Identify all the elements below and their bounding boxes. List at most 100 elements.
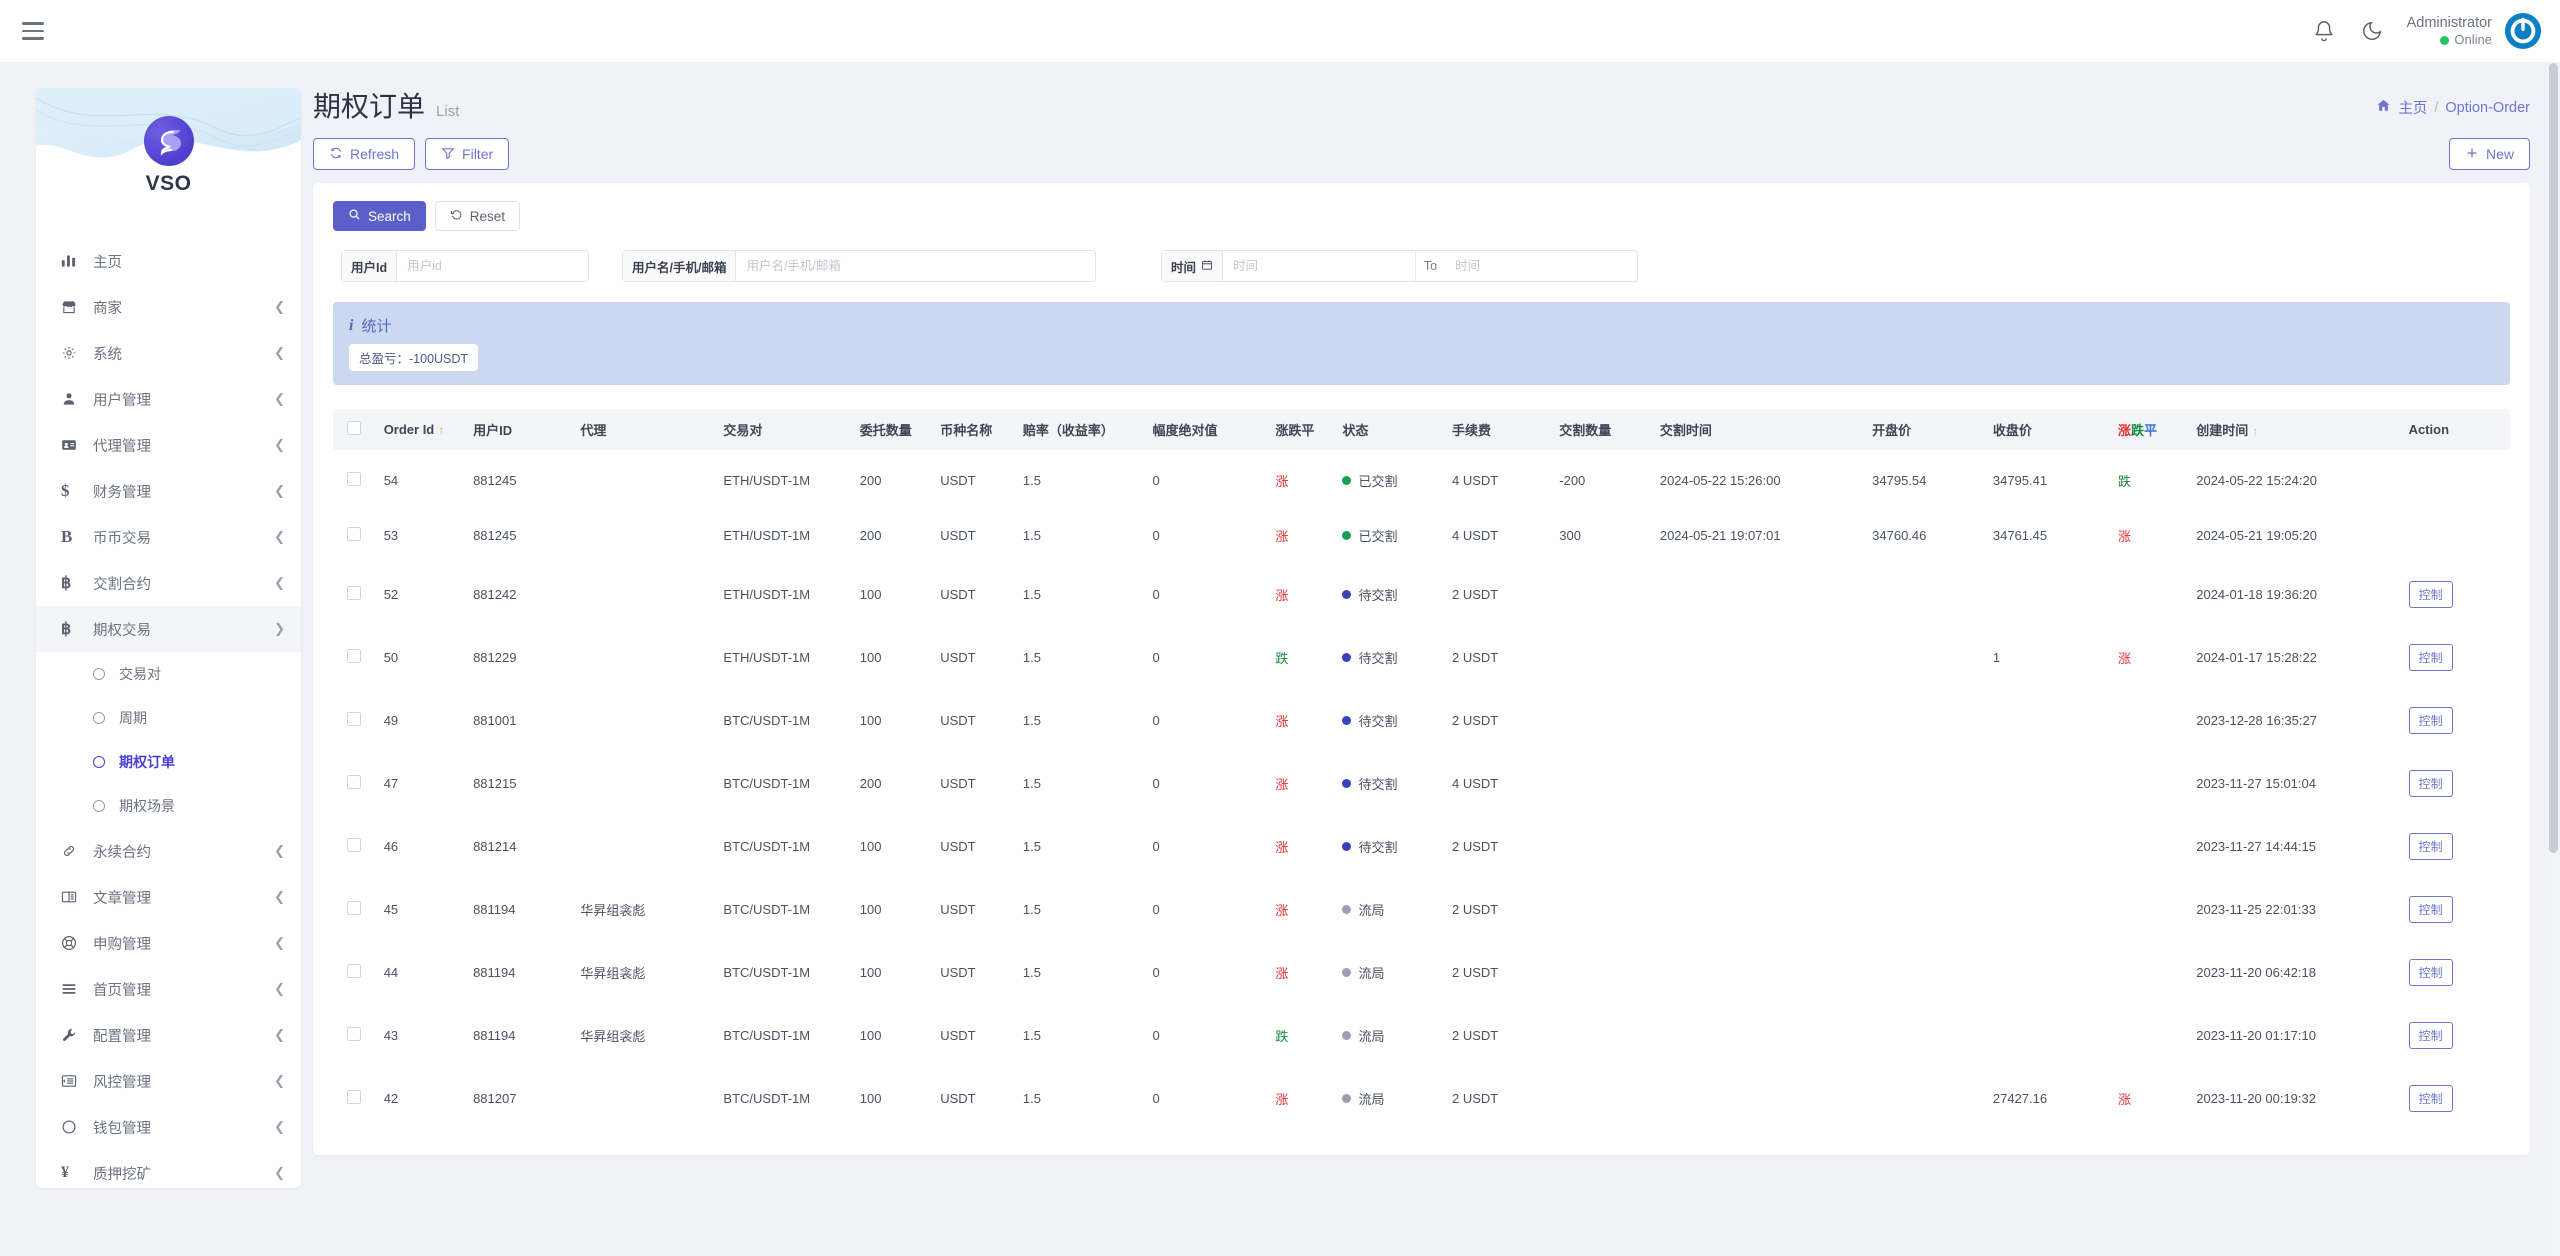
control-button[interactable]: 控制	[2408, 1022, 2453, 1049]
row-checkbox[interactable]	[347, 712, 361, 726]
sidebar-item-user-management[interactable]: 用户管理 ❮	[36, 376, 301, 422]
moon-icon[interactable]	[2359, 18, 2385, 44]
user-menu[interactable]: Administrator Online	[2407, 12, 2542, 50]
hamburger-icon[interactable]	[18, 14, 52, 48]
select-all-checkbox[interactable]	[347, 421, 361, 435]
search-actions: Search Reset	[333, 201, 2510, 231]
cell-user-id: 881194	[467, 881, 574, 938]
cell-create-time-text: 2024-05-22 15:24:20	[2196, 473, 2317, 488]
cell-coin-text: USDT	[940, 1028, 976, 1043]
sidebar-item-finance-management[interactable]: $ 财务管理 ❮	[36, 468, 301, 514]
table-row[interactable]: 42 881207 BTC/USDT-1M 100 USDT 1.5 0 涨 流局 2 USDT 2…	[333, 1070, 2510, 1127]
table-row[interactable]: 46 881214 BTC/USDT-1M 100 USDT 1.5 0 涨 待交割 2 USDT…	[333, 818, 2510, 875]
cell-amount: 100	[854, 692, 934, 749]
sidebar-subitem-trading-pair[interactable]: 交易对	[36, 652, 301, 696]
control-button[interactable]: 控制	[2408, 833, 2453, 860]
link-icon	[61, 843, 87, 859]
control-button[interactable]: 控制	[2408, 896, 2453, 923]
row-checkbox[interactable]	[347, 964, 361, 978]
th-create-time[interactable]: 创建时间 ↑	[2190, 409, 2403, 450]
sidebar-item-option-trading[interactable]: ฿ 期权交易 ❯	[36, 606, 301, 652]
control-button[interactable]: 控制	[2408, 959, 2453, 986]
cell-coin-text: USDT	[940, 528, 976, 543]
scrollbar-thumb[interactable]	[2549, 63, 2558, 853]
cell-agent	[574, 755, 717, 812]
row-checkbox[interactable]	[347, 1090, 361, 1104]
sidebar-item-article-management[interactable]: 文章管理 ❮	[36, 874, 301, 920]
table-row[interactable]: 45 881194 华昇组衾彪 BTC/USDT-1M 100 USDT 1.5 0 涨 流局 2 …	[333, 881, 2510, 938]
sidebar-subitem-option-order[interactable]: 期权订单	[36, 740, 301, 784]
reset-button[interactable]: Reset	[434, 201, 521, 231]
content-panel: Search Reset 用户Id 用户名/手机/邮箱 时间	[313, 183, 2530, 1155]
cell-rate-text: 1.5	[1022, 587, 1041, 602]
table-row[interactable]: 47 881215 BTC/USDT-1M 200 USDT 1.5 0 涨 待交割 4 USDT…	[333, 755, 2510, 812]
row-checkbox[interactable]	[347, 472, 361, 486]
table-row[interactable]: 43 881194 华昇组衾彪 BTC/USDT-1M 100 USDT 1.5 0 跌 流局 2 …	[333, 1007, 2510, 1064]
cell-status: 流局	[1336, 1007, 1446, 1064]
cell-direction: 涨	[1269, 818, 1336, 875]
row-checkbox[interactable]	[347, 649, 361, 663]
row-checkbox[interactable]	[347, 527, 361, 541]
row-checkbox[interactable]	[347, 586, 361, 600]
row-checkbox[interactable]	[347, 838, 361, 852]
status-label: 待交割	[1358, 588, 1398, 603]
sidebar-item-homepage-management[interactable]: 首页管理 ❮	[36, 966, 301, 1012]
table-row[interactable]: 49 881001 BTC/USDT-1M 100 USDT 1.5 0 涨 待交割 2 USDT…	[333, 692, 2510, 749]
row-checkbox[interactable]	[347, 1027, 361, 1041]
sidebar-item-staking-mining[interactable]: ¥ 质押挖矿 ❮	[36, 1150, 301, 1188]
page-subtitle: List	[436, 103, 460, 120]
table-row[interactable]: 50 881229 ETH/USDT-1M 100 USDT 1.5 0 跌 待交割 2 USDT…	[333, 629, 2510, 686]
control-button[interactable]: 控制	[2408, 581, 2453, 608]
th-rate: 赔率（收益率）	[1016, 409, 1147, 450]
table-row[interactable]: 52 881242 ETH/USDT-1M 100 USDT 1.5 0 涨 待交割 2 USDT…	[333, 566, 2510, 623]
sidebar-item-home[interactable]: 主页	[36, 238, 301, 284]
userid-input[interactable]	[397, 251, 588, 281]
sidebar-subitem-period[interactable]: 周期	[36, 696, 301, 740]
sidebar-item-risk-management[interactable]: 风控管理 ❮	[36, 1058, 301, 1104]
search-button[interactable]: Search	[333, 201, 426, 231]
avatar[interactable]	[2504, 12, 2542, 50]
cell-action	[2403, 456, 2510, 505]
control-button[interactable]: 控制	[2408, 770, 2453, 797]
bell-icon[interactable]	[2311, 18, 2337, 44]
sidebar-item-perpetual-contract[interactable]: 永续合约 ❮	[36, 828, 301, 874]
row-checkbox[interactable]	[347, 775, 361, 789]
sidebar-item-system[interactable]: 系统 ❮	[36, 330, 301, 376]
control-button[interactable]: 控制	[2408, 707, 2453, 734]
sidebar-item-delivery-contract[interactable]: ฿ 交割合约 ❮	[36, 560, 301, 606]
breadcrumb-home[interactable]: 主页	[2398, 97, 2427, 118]
username-input[interactable]	[736, 251, 1095, 281]
sidebar-subitem-option-scene[interactable]: 期权场景	[36, 784, 301, 828]
row-checkbox[interactable]	[347, 901, 361, 915]
sidebar-item-label: 代理管理	[93, 438, 151, 455]
sidebar-item-agent-management[interactable]: 代理管理 ❮	[36, 422, 301, 468]
control-button[interactable]: 控制	[2408, 644, 2453, 671]
time-to-input[interactable]	[1445, 251, 1637, 281]
th-order-id[interactable]: Order Id ↑	[377, 409, 468, 450]
sidebar-item-merchant[interactable]: 商家 ❮	[36, 284, 301, 330]
user-name: Administrator	[2406, 14, 2492, 31]
table-row[interactable]: 44 881194 华昇组衾彪 BTC/USDT-1M 100 USDT 1.5 0 涨 流局 2 …	[333, 944, 2510, 1001]
funnel-icon	[441, 146, 455, 163]
table-row[interactable]: 53 881245 ETH/USDT-1M 200 USDT 1.5 0 涨 已交割 4 USDT…	[333, 511, 2510, 560]
sidebar-item-wallet-management[interactable]: 钱包管理 ❮	[36, 1104, 301, 1150]
sidebar-item-config-management[interactable]: 配置管理 ❮	[36, 1012, 301, 1058]
time-from-input[interactable]	[1223, 251, 1415, 281]
cell-coin-text: USDT	[940, 713, 976, 728]
page-scrollbar[interactable]	[2547, 63, 2560, 1256]
table-row[interactable]: 54 881245 ETH/USDT-1M 200 USDT 1.5 0 涨 已交割 4 USDT…	[333, 456, 2510, 505]
breadcrumb-current[interactable]: Option-Order	[2445, 100, 2530, 116]
cell-order-id: 42	[378, 1070, 467, 1127]
row-checkbox-cell	[333, 566, 378, 623]
sidebar-item-subscription-management[interactable]: 申购管理 ❮	[36, 920, 301, 966]
cell-order-id-text: 46	[383, 839, 399, 854]
cell-create-time: 2023-12-28 16:35:27	[2190, 692, 2402, 749]
control-button[interactable]: 控制	[2408, 1085, 2453, 1112]
new-button[interactable]: New	[2448, 138, 2530, 170]
status-label: 待交割	[1358, 840, 1398, 855]
sidebar-item-coin-trading[interactable]: B 币币交易 ❮	[36, 514, 301, 560]
filter-button[interactable]: Filter	[425, 138, 510, 170]
gear-icon	[61, 345, 87, 361]
username-field-group: 用户名/手机/邮箱	[622, 250, 1096, 282]
refresh-button[interactable]: Refresh	[313, 138, 416, 170]
